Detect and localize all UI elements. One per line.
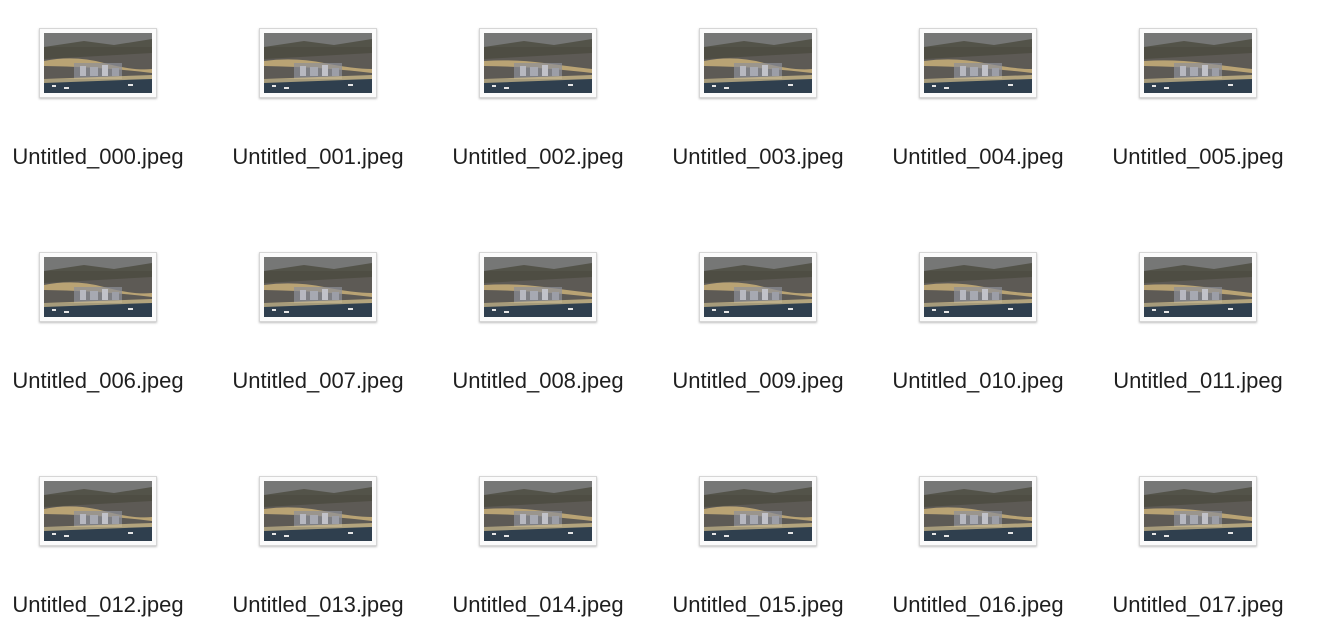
image-thumbnail[interactable] xyxy=(39,252,157,322)
file-item[interactable]: Untitled_003.jpeg xyxy=(648,0,868,180)
image-thumbnail[interactable] xyxy=(919,252,1037,322)
file-item[interactable]: Untitled_010.jpeg xyxy=(868,224,1088,404)
file-item[interactable]: Untitled_015.jpeg xyxy=(648,448,868,628)
file-grid: Untitled_000.jpeg Untitled_001.jpeg Untitl… xyxy=(0,0,1318,638)
file-item[interactable]: Untitled_017.jpeg xyxy=(1088,448,1308,628)
file-item[interactable]: Untitled_009.jpeg xyxy=(648,224,868,404)
image-thumbnail[interactable] xyxy=(1139,252,1257,322)
file-item[interactable]: Untitled_005.jpeg xyxy=(1088,0,1308,180)
image-thumbnail[interactable] xyxy=(259,28,377,98)
image-thumbnail[interactable] xyxy=(1139,476,1257,546)
image-thumbnail[interactable] xyxy=(259,476,377,546)
image-thumbnail[interactable] xyxy=(259,252,377,322)
file-name-label: Untitled_011.jpeg xyxy=(1113,368,1283,393)
image-thumbnail[interactable] xyxy=(699,252,817,322)
file-name-label: Untitled_017.jpeg xyxy=(1112,592,1284,617)
image-thumbnail[interactable] xyxy=(919,28,1037,98)
image-thumbnail[interactable] xyxy=(1139,28,1257,98)
file-item[interactable]: Untitled_007.jpeg xyxy=(208,224,428,404)
file-item[interactable]: Untitled_012.jpeg xyxy=(0,448,208,628)
image-thumbnail[interactable] xyxy=(479,28,597,98)
image-thumbnail[interactable] xyxy=(919,476,1037,546)
file-item[interactable]: Untitled_016.jpeg xyxy=(868,448,1088,628)
file-item[interactable]: Untitled_006.jpeg xyxy=(0,224,208,404)
file-item[interactable]: Untitled_001.jpeg xyxy=(208,0,428,180)
image-thumbnail[interactable] xyxy=(699,476,817,546)
file-name-label: Untitled_005.jpeg xyxy=(1112,144,1284,169)
file-item[interactable]: Untitled_002.jpeg xyxy=(428,0,648,180)
image-thumbnail[interactable] xyxy=(479,476,597,546)
file-item[interactable]: Untitled_014.jpeg xyxy=(428,448,648,628)
image-thumbnail[interactable] xyxy=(39,476,157,546)
file-item[interactable]: Untitled_000.jpeg xyxy=(0,0,208,180)
image-thumbnail[interactable] xyxy=(39,28,157,98)
image-thumbnail[interactable] xyxy=(699,28,817,98)
image-thumbnail[interactable] xyxy=(479,252,597,322)
file-item[interactable]: Untitled_013.jpeg xyxy=(208,448,428,628)
file-item[interactable]: Untitled_004.jpeg xyxy=(868,0,1088,180)
file-item[interactable]: Untitled_008.jpeg xyxy=(428,224,648,404)
file-item[interactable]: Untitled_011.jpeg xyxy=(1088,224,1308,404)
